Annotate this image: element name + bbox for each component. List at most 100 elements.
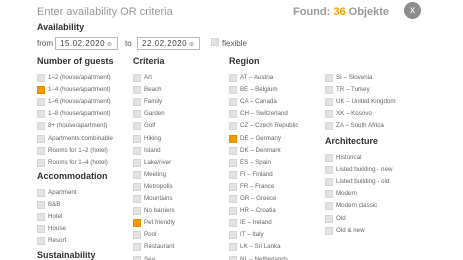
guest-option-label: 8+ (house/apartment) <box>48 122 108 130</box>
accommodation-checkbox[interactable] <box>37 213 45 222</box>
region-checkbox[interactable] <box>229 86 237 95</box>
region-heading: Region <box>229 56 260 66</box>
region-option-label: GR – Greece <box>240 195 277 202</box>
close-button[interactable]: x <box>404 2 421 19</box>
guest-option-label: 1–4 (house/apartment) <box>48 86 111 94</box>
criteria-checkbox[interactable] <box>133 255 141 260</box>
region-checkbox[interactable] <box>229 207 237 216</box>
criteria-checkbox[interactable] <box>133 231 141 240</box>
page-title: Enter availability OR criteria <box>37 6 173 18</box>
criteria-checkbox[interactable] <box>133 243 141 252</box>
availability-heading: Availability <box>37 22 85 32</box>
architecture-checkbox[interactable] <box>325 214 333 223</box>
criteria-checkbox[interactable] <box>133 158 141 167</box>
region-option-label: FR – France <box>240 182 275 190</box>
calendar-icon[interactable]: ⊜ <box>189 42 195 48</box>
region-option-label: SI – Slovenia <box>336 74 373 81</box>
architecture-option-label: Old <box>336 214 346 222</box>
accommodation-option-label: B&B <box>48 201 61 209</box>
flexible-checkbox[interactable] <box>211 38 219 46</box>
guest-checkbox[interactable] <box>37 110 45 119</box>
accommodation-checkbox[interactable] <box>37 237 45 246</box>
criteria-checkbox[interactable] <box>133 122 141 131</box>
criteria-option-label: Pool <box>144 231 157 239</box>
architecture-option-label: Modern classic <box>336 202 378 210</box>
architecture-option-label: Historical <box>336 154 362 161</box>
criteria-checkbox[interactable] <box>133 86 141 95</box>
accommodation-heading: Accommodation <box>37 171 108 181</box>
region-option-label: DK – Denmark <box>240 146 281 154</box>
architecture-option-label: Listed building - new <box>336 166 393 174</box>
from-date-field[interactable]: 15.02.2020 ⊜ <box>55 37 118 50</box>
region-checkbox[interactable] <box>229 219 237 228</box>
criteria-option-label: Golf <box>144 122 156 130</box>
found-suffix: Objekte <box>348 6 389 18</box>
criteria-option-label: Garden <box>144 110 165 118</box>
guest-checkbox[interactable] <box>37 98 45 107</box>
accommodation-checkbox[interactable] <box>37 189 45 197</box>
criteria-option-label: Mountains <box>144 195 173 202</box>
region-option-label: CA – Canada <box>240 98 277 106</box>
region-checkbox[interactable] <box>325 122 333 131</box>
criteria-checkbox[interactable] <box>133 195 141 203</box>
architecture-checkbox[interactable] <box>325 202 333 211</box>
region-option-label: FI – Finland <box>240 170 273 178</box>
region-checkbox[interactable] <box>325 86 333 95</box>
architecture-checkbox[interactable] <box>325 190 333 199</box>
criteria-checkbox[interactable] <box>133 182 141 191</box>
region-option-label: CH – Switzerland <box>240 110 288 118</box>
sustainability-heading: Sustainability <box>37 250 96 260</box>
accommodation-checkbox[interactable] <box>37 225 45 234</box>
guest-option-label: Rooms for 1–2 (hotel) <box>48 146 108 154</box>
region-option-label: TR – Turkey <box>336 86 370 94</box>
criteria-checkbox[interactable] <box>133 146 141 155</box>
architecture-option-label: Listed building - old <box>336 178 390 186</box>
architecture-checkbox[interactable] <box>325 166 333 175</box>
region-checkbox[interactable] <box>229 243 237 252</box>
accommodation-checkbox[interactable] <box>37 201 45 210</box>
region-checkbox[interactable] <box>229 110 237 119</box>
guest-checkbox[interactable] <box>37 86 45 95</box>
criteria-option-label: Pet friendly <box>144 219 175 227</box>
region-checkbox[interactable] <box>325 110 333 119</box>
region-checkbox[interactable] <box>229 182 237 191</box>
guest-checkbox[interactable] <box>37 158 45 167</box>
region-checkbox[interactable] <box>229 170 237 179</box>
region-checkbox[interactable] <box>229 134 237 143</box>
guest-checkbox[interactable] <box>37 134 45 143</box>
architecture-checkbox[interactable] <box>325 178 333 187</box>
accommodation-option-label: Apartment <box>48 189 77 196</box>
region-checkbox[interactable] <box>229 98 237 107</box>
region-checkbox[interactable] <box>229 74 237 82</box>
criteria-checkbox[interactable] <box>133 170 141 179</box>
criteria-checkbox[interactable] <box>133 110 141 119</box>
criteria-checkbox[interactable] <box>133 74 141 82</box>
region-checkbox[interactable] <box>229 122 237 131</box>
calendar-icon[interactable]: ⊜ <box>107 42 113 48</box>
guest-option-label: Rooms for 1–4 (hotel) <box>48 158 108 166</box>
found-count: 36 <box>333 6 346 18</box>
guest-checkbox[interactable] <box>37 74 45 82</box>
region-checkbox[interactable] <box>229 158 237 167</box>
region-checkbox[interactable] <box>325 98 333 107</box>
criteria-checkbox[interactable] <box>133 134 141 143</box>
criteria-checkbox[interactable] <box>133 98 141 107</box>
architecture-checkbox[interactable] <box>325 226 333 235</box>
guest-checkbox[interactable] <box>37 146 45 155</box>
architecture-checkbox[interactable] <box>325 154 333 162</box>
architecture-option-label: Old & new <box>336 226 365 234</box>
from-label: from <box>37 39 53 48</box>
region-checkbox[interactable] <box>229 195 237 203</box>
guest-checkbox[interactable] <box>37 122 45 131</box>
region-checkbox[interactable] <box>229 231 237 240</box>
criteria-checkbox[interactable] <box>133 207 141 216</box>
region-checkbox[interactable] <box>229 146 237 155</box>
guest-option-label: Apartments combinable <box>48 134 114 142</box>
accommodation-option-label: Hotel <box>48 213 63 221</box>
region-checkbox[interactable] <box>325 74 333 82</box>
to-date-field[interactable]: 22.02.2020 ⊜ <box>137 37 200 50</box>
architecture-heading: Architecture <box>325 136 379 146</box>
region-option-label: LK – Sri Lanka <box>240 243 281 251</box>
region-checkbox[interactable] <box>229 255 237 260</box>
criteria-checkbox[interactable] <box>133 219 141 228</box>
